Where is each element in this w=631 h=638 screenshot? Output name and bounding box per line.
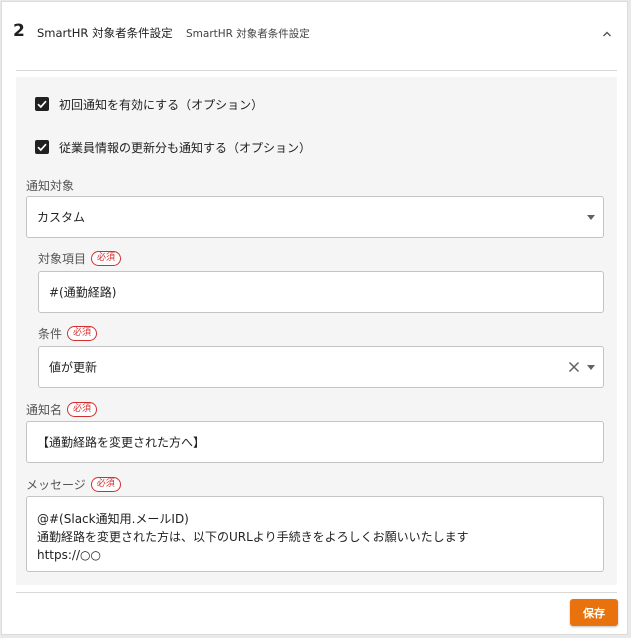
required-badge: 必須	[90, 477, 121, 492]
notify-name-label: 通知名 必須	[26, 401, 98, 418]
divider	[16, 70, 617, 71]
message-content: @#(Slack通知用.メールID) 通勤経路を変更された方は、以下のURLより…	[37, 510, 469, 564]
notify-name-input[interactable]: 【通勤経路を変更された方へ】	[26, 421, 604, 463]
message-textarea[interactable]: @#(Slack通知用.メールID) 通勤経路を変更された方は、以下のURLより…	[26, 496, 604, 572]
notify-target-label: 通知対象	[26, 177, 74, 194]
update-notification-checkbox[interactable]	[35, 140, 49, 154]
target-item-input[interactable]: #(通勤経路)	[38, 271, 604, 313]
section-subtitle: SmartHR 対象者条件設定	[186, 28, 310, 40]
section-header[interactable]: 2 SmartHR 対象者条件設定 SmartHR 対象者条件設定	[2, 2, 627, 68]
condition-label: 条件 必須	[38, 325, 98, 342]
notify-target-value: カスタム	[37, 210, 86, 225]
checkbox-label: 従業員情報の更新分も通知する（オプション）	[59, 140, 312, 155]
condition-value: 値が更新	[49, 360, 98, 375]
clear-icon[interactable]	[568, 361, 580, 373]
section-title: SmartHR 対象者条件設定	[37, 26, 173, 40]
first-notification-checkbox[interactable]	[35, 97, 49, 111]
save-button[interactable]: 保存	[570, 599, 618, 626]
required-badge: 必須	[91, 251, 122, 266]
message-label-text: メッセージ	[26, 478, 86, 492]
chevron-up-icon[interactable]	[600, 26, 614, 40]
notify-target-label-text: 通知対象	[26, 179, 75, 193]
settings-card: 2 SmartHR 対象者条件設定 SmartHR 対象者条件設定 初回通知を有…	[1, 1, 628, 635]
step-number: 2	[13, 21, 25, 41]
message-label: メッセージ 必須	[26, 476, 121, 493]
target-item-label-text: 対象項目	[38, 252, 87, 266]
message-line: https://○○	[37, 548, 101, 562]
check-icon	[37, 143, 47, 152]
dropdown-arrow-icon	[587, 215, 595, 220]
target-item-value: #(通勤経路)	[49, 285, 117, 300]
notify-name-label-text: 通知名	[26, 403, 63, 417]
required-badge: 必須	[67, 402, 98, 417]
check-icon	[37, 100, 47, 109]
notify-name-value: 【通勤経路を変更された方へ】	[37, 435, 206, 450]
condition-label-text: 条件	[38, 327, 63, 341]
first-notification-checkbox-row[interactable]: 初回通知を有効にする（オプション）	[35, 95, 263, 113]
required-badge: 必須	[67, 326, 98, 341]
update-notification-checkbox-row[interactable]: 従業員情報の更新分も通知する（オプション）	[35, 138, 311, 156]
condition-select[interactable]: 値が更新	[38, 346, 604, 388]
dropdown-arrow-icon[interactable]	[587, 365, 595, 370]
target-item-label: 対象項目 必須	[38, 250, 122, 267]
message-line: 通勤経路を変更された方は、以下のURLより手続きをよろしくお願いいたします	[37, 530, 469, 544]
checkbox-label: 初回通知を有効にする（オプション）	[59, 97, 264, 112]
message-line: @#(Slack通知用.メールID)	[37, 512, 189, 526]
divider	[16, 592, 617, 593]
notify-target-select[interactable]: カスタム	[26, 196, 604, 238]
